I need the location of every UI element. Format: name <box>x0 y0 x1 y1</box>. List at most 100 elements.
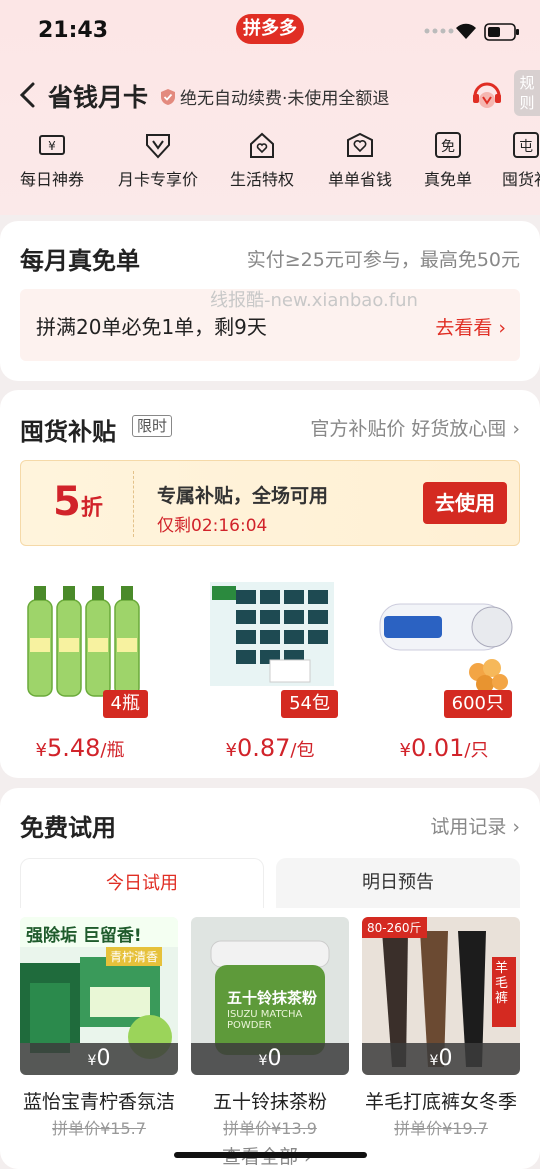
trial-item[interactable]: 五十铃抹茶粉 ISUZU MATCHA POWDER ¥0 五十铃抹茶粉 拼单价… <box>191 917 349 1138</box>
coupon-divider <box>133 471 134 537</box>
stock-title: 囤货补贴 <box>20 418 116 446</box>
price-unit: /包 <box>290 740 315 761</box>
use-coupon-button[interactable]: 去使用 <box>423 482 507 524</box>
coupon-timer: 仅剩02:16:04 <box>157 516 268 536</box>
tissue-pack-image <box>210 582 334 686</box>
trial-zero-price: ¥0 <box>20 1043 178 1075</box>
trial-original-price: 拼单价¥13.9 <box>223 1119 317 1138</box>
trial-item[interactable]: 强除垢 巨留香! 青柠清香 ¥0 蓝怡宝青柠香氛洁 拼单价¥15.7 <box>20 917 178 1138</box>
price-unit: /只 <box>464 740 489 761</box>
trial-record-text: 试用记录 <box>430 816 507 838</box>
trial-image-sub: ISUZU MATCHA POWDER <box>227 1009 303 1031</box>
price-value: 0.01 <box>410 734 465 762</box>
price-value: 5.48 <box>46 734 101 762</box>
app-logo: 拼多多 <box>236 14 304 44</box>
stock-icon: 屯 <box>513 132 539 158</box>
zero-value: 0 <box>438 1046 453 1071</box>
product-price: ¥0.87/包 <box>190 734 350 762</box>
trial-image: 80-260斤 羊毛裤 ¥0 <box>362 917 520 1075</box>
stock-icon-char: 屯 <box>519 139 533 155</box>
trial-original-price: 拼单价¥19.7 <box>394 1119 488 1138</box>
free-icon-char: 免 <box>441 139 455 155</box>
page-title: 省钱月卡 <box>48 83 149 112</box>
zero-value: 0 <box>96 1046 111 1071</box>
trial-name: 羊毛打底裤女冬季 <box>364 1091 517 1113</box>
cling-bag-roll-image <box>379 603 513 693</box>
benefit-label: 囤货补 <box>502 170 540 189</box>
product-qty-badge: 600只 <box>443 690 512 718</box>
benefit-free-order[interactable]: 免 真免单 <box>424 130 472 190</box>
trial-item[interactable]: 80-260斤 羊毛裤 ¥0 羊毛打底裤女冬季 拼单价¥19.7 <box>362 917 520 1138</box>
benefit-label: 生活特权 <box>230 170 295 189</box>
wifi-icon <box>456 23 476 39</box>
trial-zero-price: ¥0 <box>191 1043 349 1075</box>
benefit-daily-coupon[interactable]: ¥ 每日神券 <box>20 130 84 190</box>
free-order-rule: 实付≥25元可参与，最高免50元 <box>246 249 520 271</box>
free-icon: 免 <box>435 132 461 158</box>
trial-original-price: 拼单价¥15.7 <box>52 1119 146 1138</box>
benefits-row: ¥ 每日神券 月卡专享价 生活特权 单单省钱 免 真免单 屯 囤货补 <box>0 130 540 200</box>
watermark-text: 线报酷-new.xianbao.fun <box>210 290 418 311</box>
trial-tabs: 今日试用 明日预告 <box>20 858 520 908</box>
trial-name: 蓝怡宝青柠香氛洁 <box>22 1091 175 1113</box>
product-card[interactable]: 4瓶 ¥5.48/瓶 <box>0 576 160 762</box>
free-order-card: 每月真免单 实付≥25元可参与，最高免50元 拼满20单必免1单，剩9天 去看看… <box>0 221 540 381</box>
benefit-stock-subsidy[interactable]: 屯 囤货补 <box>502 130 540 190</box>
top-bar: 省钱月卡 绝无自动续费·未使用全额退 规则 <box>0 70 540 120</box>
price-yen: ¥ <box>35 740 47 761</box>
discount-unit: 折 <box>80 496 103 521</box>
product-price: ¥0.01/只 <box>364 734 524 762</box>
trial-image: 强除垢 巨留香! 青柠清香 ¥0 <box>20 917 178 1075</box>
stock-right-text: 官方补贴价 好货放心囤 <box>310 418 507 440</box>
zero-value: 0 <box>267 1046 282 1071</box>
trial-image: 五十铃抹茶粉 ISUZU MATCHA POWDER ¥0 <box>191 917 349 1075</box>
house-heart-icon <box>250 132 274 158</box>
trial-image-sub: 羊毛裤 <box>495 961 509 1006</box>
tab-today-trial[interactable]: 今日试用 <box>20 858 264 908</box>
free-order-link-text: 去看看 <box>435 317 493 339</box>
heart-box-icon <box>347 132 373 157</box>
trial-zero-price: ¥0 <box>362 1043 520 1075</box>
product-qty-badge: 54包 <box>281 690 338 718</box>
v-shield-icon <box>146 134 170 159</box>
battery-icon <box>484 23 519 41</box>
free-order-title: 每月真免单 <box>20 247 140 275</box>
dish-soap-image <box>27 586 140 697</box>
benefit-save-every-order[interactable]: 单单省钱 <box>328 130 392 190</box>
product-price: ¥5.48/瓶 <box>0 734 160 762</box>
benefit-member-price[interactable]: 月卡专享价 <box>118 130 198 190</box>
status-time: 21:43 <box>38 18 109 43</box>
customer-service-icon[interactable] <box>470 78 504 112</box>
trial-title: 免费试用 <box>20 814 116 842</box>
benefit-label: 月卡专享价 <box>118 170 199 189</box>
product-card[interactable]: 54包 ¥0.87/包 <box>190 576 350 762</box>
benefit-label: 真免单 <box>424 170 473 189</box>
price-yen: ¥ <box>225 740 237 761</box>
product-card[interactable]: 600只 ¥0.01/只 <box>364 576 524 762</box>
price-unit: /瓶 <box>100 740 125 761</box>
trial-image-headline: 强除垢 巨留香! <box>26 926 142 946</box>
trial-image-headline: 80-260斤 <box>362 917 427 938</box>
stock-subsidy-card: 囤货补贴 限时 官方补贴价 好货放心囤 › 5折 专属补贴，全场可用 仅剩02:… <box>0 390 540 778</box>
discount-number: 5 <box>53 479 81 525</box>
benefit-label: 单单省钱 <box>328 170 393 189</box>
svg-text:¥: ¥ <box>48 139 56 153</box>
rules-button[interactable]: 规则 <box>514 70 540 116</box>
guarantee-note: 绝无自动续费·未使用全额退 <box>160 84 389 109</box>
stock-right-link[interactable]: 官方补贴价 好货放心囤 › <box>310 414 520 441</box>
back-arrow-icon[interactable] <box>16 80 40 110</box>
tab-tomorrow-preview[interactable]: 明日预告 <box>276 858 520 908</box>
free-order-link[interactable]: 去看看 › <box>435 313 506 340</box>
home-indicator[interactable] <box>174 1152 367 1158</box>
cellular-signal-icon <box>424 28 454 34</box>
price-value: 0.87 <box>236 734 291 762</box>
limited-tag: 限时 <box>132 415 173 437</box>
benefit-life-privilege[interactable]: 生活特权 <box>230 130 294 190</box>
price-yen: ¥ <box>399 740 411 761</box>
trial-image-headline: 五十铃抹茶粉 <box>227 989 318 1007</box>
product-qty-badge: 4瓶 <box>102 690 148 718</box>
status-bar: 21:43 拼多多 <box>0 0 540 62</box>
trial-record-link[interactable]: 试用记录 › <box>430 812 520 839</box>
trial-name: 五十铃抹茶粉 <box>212 1091 327 1113</box>
shield-check-icon <box>161 88 175 105</box>
